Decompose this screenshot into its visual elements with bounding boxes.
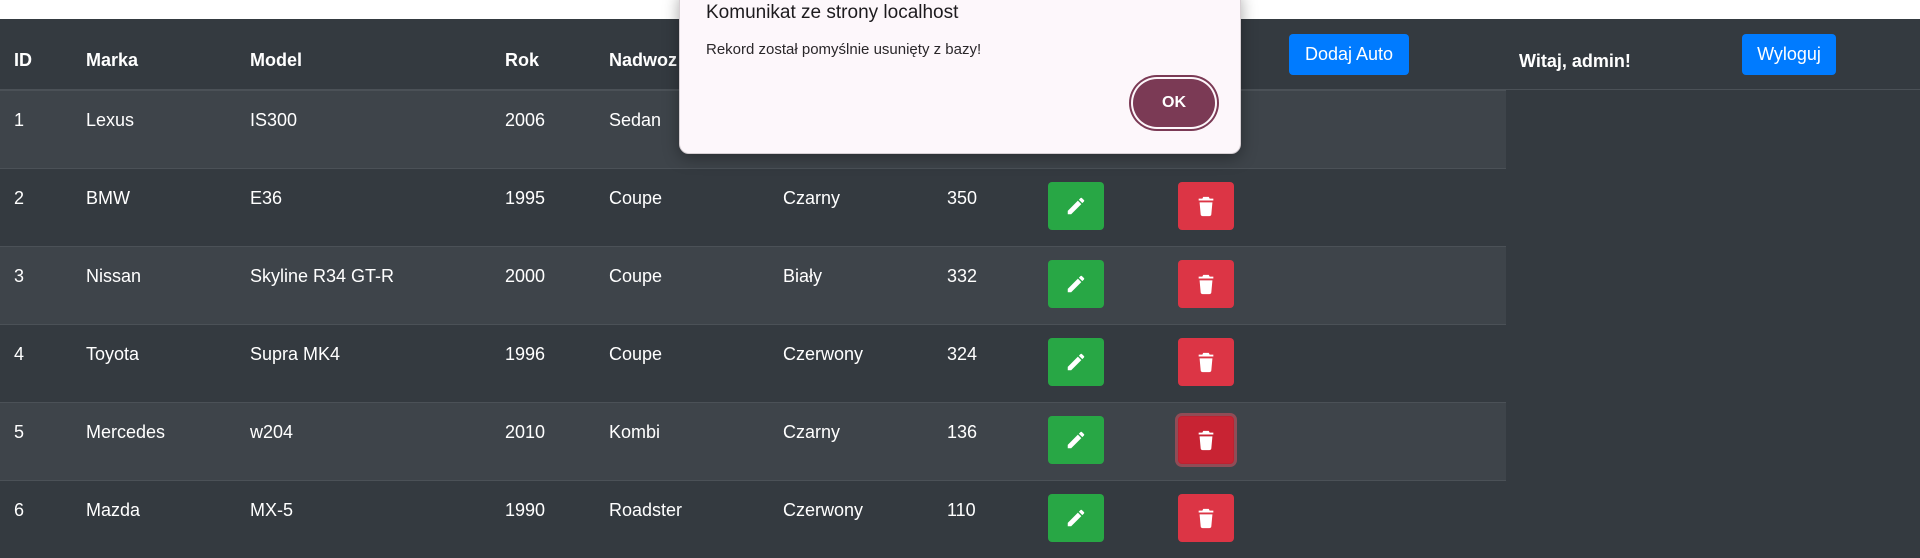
cell-rok: 2000 (505, 266, 546, 286)
cell-rok: 1990 (505, 500, 546, 520)
table-row: 4 Toyota Supra MK4 1996 Coupe Czerwony 324 (0, 324, 1506, 402)
cell-nadwozie: Coupe (609, 344, 663, 364)
column-header-rok: Rok (505, 50, 540, 70)
alert-dialog: Komunikat ze strony localhost Rekord zos… (679, 0, 1241, 154)
cell-nadwozie: Coupe (609, 188, 663, 208)
cell-marka: Nissan (86, 266, 142, 286)
cell-rok: 2006 (505, 110, 546, 130)
cell-moc: 136 (947, 422, 978, 442)
cell-nadwozie: Sedan (609, 110, 662, 130)
cell-model: MX-5 (250, 500, 294, 520)
cell-id: 3 (14, 266, 25, 286)
pencil-icon (1065, 273, 1087, 295)
column-header-model: Model (250, 50, 302, 70)
pencil-icon (1065, 429, 1087, 451)
cell-rok: 1996 (505, 344, 546, 364)
dialog-title: Komunikat ze strony localhost (706, 2, 959, 23)
edit-button[interactable] (1048, 338, 1104, 386)
cell-model: Supra MK4 (250, 344, 341, 364)
logout-button[interactable]: Wyloguj (1742, 34, 1836, 75)
trash-icon (1195, 195, 1217, 217)
column-header-id: ID (14, 50, 32, 70)
add-car-button[interactable]: Dodaj Auto (1289, 34, 1409, 75)
cell-id: 5 (14, 422, 25, 442)
table-row: 3 Nissan Skyline R34 GT-R 2000 Coupe Biały 332 (0, 246, 1506, 324)
cell-moc: 110 (947, 500, 976, 520)
cell-marka: BMW (86, 188, 130, 208)
cell-id: 4 (14, 344, 25, 364)
cell-model: E36 (250, 188, 283, 208)
dialog-message: Rekord został pomyślnie usunięty z bazy! (706, 41, 982, 58)
delete-button[interactable] (1178, 416, 1234, 464)
trash-icon (1195, 429, 1217, 451)
cell-model: Skyline R34 GT-R (250, 266, 395, 286)
cell-moc: 332 (947, 266, 978, 286)
table-row: 2 BMW E36 1995 Coupe Czarny 350 (0, 168, 1506, 246)
delete-button[interactable] (1178, 338, 1234, 386)
cell-moc: 350 (947, 188, 978, 208)
cell-nadwozie: Kombi (609, 422, 661, 442)
table-row: 5 Mercedes w204 2010 Kombi Czarny 136 (0, 402, 1506, 480)
cell-nadwozie: Coupe (609, 266, 663, 286)
cell-id: 6 (14, 500, 25, 520)
trash-icon (1195, 273, 1217, 295)
cell-marka: Toyota (86, 344, 140, 364)
column-header-nadwozie: Nadwoz (609, 50, 678, 70)
welcome-text: Witaj, admin! (1519, 51, 1631, 71)
cell-rok: 2010 (505, 422, 546, 442)
trash-icon (1195, 351, 1217, 373)
delete-button[interactable] (1178, 494, 1234, 542)
cell-kolor: Czerwony (783, 344, 864, 364)
pencil-icon (1065, 351, 1087, 373)
dialog-ok-button[interactable]: OK (1133, 79, 1215, 127)
delete-button[interactable] (1178, 260, 1234, 308)
pencil-icon (1065, 195, 1087, 217)
cell-marka: Mercedes (86, 422, 166, 442)
cell-moc: 324 (947, 344, 978, 364)
cell-rok: 1995 (505, 188, 546, 208)
pencil-icon (1065, 507, 1087, 529)
edit-button[interactable] (1048, 260, 1104, 308)
edit-button[interactable] (1048, 494, 1104, 542)
cell-kolor: Czarny (783, 422, 841, 442)
cell-model: w204 (250, 422, 294, 442)
delete-button[interactable] (1178, 182, 1234, 230)
cell-kolor: Czarny (783, 188, 841, 208)
cell-marka: Mazda (86, 500, 141, 520)
edit-button[interactable] (1048, 416, 1104, 464)
trash-icon (1195, 507, 1217, 529)
cell-marka: Lexus (86, 110, 135, 130)
edit-button[interactable] (1048, 182, 1104, 230)
table-row: 6 Mazda MX-5 1990 Roadster Czerwony 110 (0, 480, 1506, 558)
column-header-marka: Marka (86, 50, 139, 70)
cell-kolor: Biały (783, 266, 823, 286)
cell-id: 1 (14, 110, 25, 130)
cell-model: IS300 (250, 110, 298, 130)
cell-nadwozie: Roadster (609, 500, 683, 520)
cell-kolor: Czerwony (783, 500, 864, 520)
cell-id: 2 (14, 188, 25, 208)
